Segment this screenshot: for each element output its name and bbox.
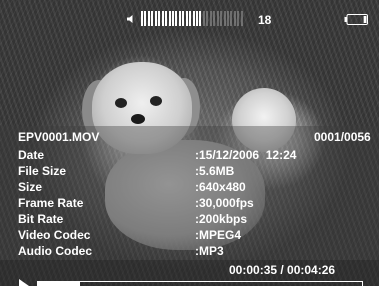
detail-label-audio-codec: Audio Codec xyxy=(18,244,92,258)
file-counter: 0001/0056 xyxy=(314,130,371,144)
volume-bar-segment xyxy=(206,11,209,26)
volume-bar-segment xyxy=(185,11,188,26)
volume-bar-segment xyxy=(209,11,212,26)
volume-bar-segment xyxy=(175,11,178,26)
detail-label-video-codec: Video Codec xyxy=(18,228,91,242)
dog-nose xyxy=(131,114,145,124)
playback-progress-fill xyxy=(38,282,81,286)
detail-value-video-codec: :MPEG4 xyxy=(195,228,242,242)
video-info-screen: 18 EPV0001.MOV 0001/0056 Date :15/12/200… xyxy=(0,0,379,286)
playback-time: 00:00:35 / 00:04:26 xyxy=(229,263,336,277)
speaker-icon xyxy=(127,15,133,23)
volume-bar-segment xyxy=(168,11,171,26)
volume-bar-segment xyxy=(226,11,229,26)
volume-bar-segment xyxy=(161,11,164,26)
file-name: EPV0001.MOV xyxy=(18,130,100,144)
volume-bar-segment xyxy=(199,11,202,26)
dog-eye-right xyxy=(150,96,162,106)
volume-bar-segment xyxy=(154,11,157,26)
dog-eye-left xyxy=(115,98,127,108)
volume-bar-segment xyxy=(192,11,195,26)
detail-value-bit-rate: :200kbps xyxy=(195,212,248,226)
volume-bar-segment xyxy=(158,11,161,26)
detail-value-frame-rate: :30,000fps xyxy=(195,196,254,210)
detail-value-audio-codec: :MP3 xyxy=(195,244,224,258)
volume-bar-segment xyxy=(189,11,192,26)
volume-bar-segment xyxy=(213,11,216,26)
volume-bar-segment xyxy=(216,11,219,26)
playback-progress-bar[interactable] xyxy=(37,281,363,286)
volume-bar-segment xyxy=(182,11,185,26)
play-icon[interactable] xyxy=(18,279,30,286)
volume-bar-segment xyxy=(178,11,181,26)
volume-level-bar[interactable] xyxy=(141,11,243,27)
volume-bar-segment xyxy=(220,11,223,26)
volume-bar-segment xyxy=(233,11,236,26)
detail-label-bit-rate: Bit Rate xyxy=(18,212,64,226)
volume-bar-segment xyxy=(237,11,240,26)
volume-bar-segment xyxy=(165,11,168,26)
detail-label-file-size: File Size xyxy=(18,164,67,178)
detail-value-size: :640x480 xyxy=(195,180,246,194)
volume-level-value: 18 xyxy=(258,13,272,27)
volume-bar-segment xyxy=(223,11,226,26)
detail-value-file-size: :5.6MB xyxy=(195,164,235,178)
volume-bar-segment xyxy=(144,11,147,26)
detail-value-date: :15/12/2006 12:24 xyxy=(195,148,297,162)
volume-bar-segment xyxy=(151,11,154,26)
volume-bar-segment xyxy=(196,11,198,26)
volume-bar-segment xyxy=(202,11,205,26)
detail-label-date: Date xyxy=(18,148,45,162)
detail-label-size: Size xyxy=(18,180,43,194)
volume-bar-segment xyxy=(147,11,150,26)
volume-bar-segment xyxy=(171,11,174,26)
volume-bar-segment xyxy=(230,11,233,26)
detail-label-frame-rate: Frame Rate xyxy=(18,196,84,210)
volume-bar-segment xyxy=(240,11,243,26)
volume-bar-segment xyxy=(141,11,143,26)
battery-icon xyxy=(344,14,368,25)
